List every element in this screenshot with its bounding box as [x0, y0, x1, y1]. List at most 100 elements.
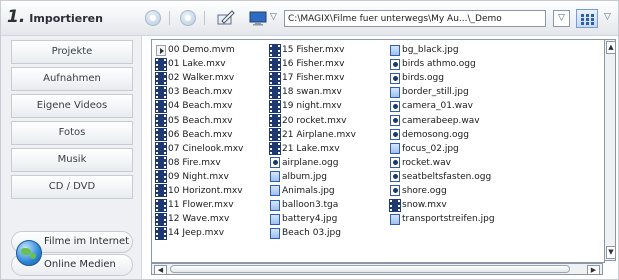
file-item[interactable]: 15 Fisher.mxv: [269, 43, 356, 57]
file-item[interactable]: 21 Airplane.mxv: [269, 128, 356, 142]
file-name: 09 Night.mxv: [168, 171, 229, 182]
vertical-scrollbar[interactable]: ▲ ▼: [604, 39, 616, 261]
file-name: 20 rocket.mxv: [282, 115, 347, 126]
image-file-icon: [270, 171, 280, 183]
scroll-up-icon[interactable]: ▲: [606, 41, 616, 54]
divider: [169, 11, 170, 25]
file-item[interactable]: 17 Fisher.mxv: [269, 71, 356, 85]
file-item[interactable]: 18 swan.mxv: [269, 85, 356, 99]
file-name: 10 Horizont.mxv: [168, 185, 243, 196]
file-item[interactable]: 05 Beach.mxv: [155, 113, 243, 128]
file-name: 03 Beach.mxv: [168, 87, 233, 98]
file-item[interactable]: birds.ogg: [390, 71, 495, 85]
view-mode-button[interactable]: [576, 9, 598, 28]
file-item[interactable]: transportstreifen.jpg: [390, 212, 495, 226]
file-name: camera_01.wav: [402, 101, 473, 112]
file-name: camerabeep.wav: [402, 115, 480, 126]
audio-file-icon: [390, 129, 400, 141]
file-item[interactable]: seatbeltsfasten.ogg: [390, 170, 495, 184]
section-title: 1. Importieren: [7, 7, 103, 27]
forward-icon: [180, 10, 196, 26]
file-item[interactable]: 14 Jeep.mxv: [155, 226, 243, 240]
folder-settings-button[interactable]: [217, 9, 235, 27]
file-column: bg_black.jpg birds athmo.ogg birds.ogg bord…: [389, 43, 495, 226]
file-item[interactable]: album.jpg: [270, 170, 356, 184]
file-item[interactable]: border_still.jpg: [390, 85, 495, 99]
scroll-thumb[interactable]: [170, 265, 570, 273]
sidebar-item-projekte[interactable]: Projekte: [11, 40, 133, 64]
video-file-icon: [269, 43, 281, 57]
file-name: demosong.ogg: [402, 129, 469, 140]
file-name: rocket.wav: [402, 157, 451, 168]
path-dropdown-button[interactable]: ▽: [553, 10, 570, 27]
file-item[interactable]: 12 Wave.mxv: [155, 212, 243, 226]
file-item[interactable]: camerabeep.wav: [390, 113, 495, 127]
file-name: album.jpg: [282, 171, 327, 182]
back-icon: [145, 10, 161, 26]
path-field[interactable]: C:\MAGIX\Filme fuer unterwegs\My Au...\_…: [284, 10, 546, 27]
file-item[interactable]: 08 Fire.mxv: [155, 156, 243, 170]
file-item[interactable]: Beach 03.jpg: [270, 226, 356, 240]
scroll-down-icon[interactable]: ▼: [606, 246, 616, 259]
image-file-icon: [270, 213, 280, 225]
file-item[interactable]: rocket.wav: [390, 156, 495, 170]
file-name: 19 night.mxv: [282, 101, 342, 112]
file-name: 00 Demo.mvm: [168, 45, 235, 56]
file-name: 15 Fisher.mxv: [282, 45, 345, 56]
audio-file-icon: [390, 185, 400, 197]
monitor-dropdown-icon[interactable]: ▽: [270, 12, 277, 22]
back-button[interactable]: [144, 9, 162, 27]
file-item[interactable]: 06 Beach.mxv: [155, 128, 243, 142]
image-file-icon: [390, 143, 400, 155]
video-file-icon: [155, 184, 167, 198]
file-item[interactable]: 19 night.mxv: [269, 99, 356, 113]
file-name: transportstreifen.jpg: [402, 214, 495, 225]
forward-button[interactable]: [179, 9, 197, 27]
file-item[interactable]: 21 Lake.mxv: [269, 142, 356, 156]
file-name: 21 Lake.mxv: [282, 143, 340, 154]
file-item[interactable]: demosong.ogg: [390, 128, 495, 142]
file-item[interactable]: snow.mxv: [389, 198, 495, 212]
video-file-icon: [155, 142, 167, 156]
file-item[interactable]: 03 Beach.mxv: [155, 85, 243, 99]
file-item[interactable]: 11 Flower.mxv: [155, 198, 243, 212]
file-item[interactable]: 04 Beach.mxv: [155, 99, 243, 113]
file-item[interactable]: airplane.ogg: [270, 156, 356, 170]
sidebar-item-aufnahmen[interactable]: Aufnahmen: [11, 67, 133, 91]
file-item[interactable]: battery4.jpg: [270, 212, 356, 226]
sidebar-item-eigene-videos[interactable]: Eigene Videos: [11, 94, 133, 118]
file-item[interactable]: focus_02.jpg: [390, 142, 495, 156]
file-name: birds.ogg: [402, 73, 444, 84]
horizontal-scrollbar[interactable]: ◀ ▶: [151, 263, 603, 275]
monitor-button[interactable]: [249, 9, 267, 27]
file-item[interactable]: camera_01.wav: [390, 99, 495, 113]
file-item[interactable]: Animals.jpg: [270, 184, 356, 198]
sidebar-item-fotos[interactable]: Fotos: [11, 121, 133, 145]
audio-file-icon: [390, 58, 400, 70]
file-item[interactable]: shore.ogg: [390, 184, 495, 198]
file-item[interactable]: 20 rocket.mxv: [269, 113, 356, 128]
image-file-icon: [390, 86, 400, 98]
file-item[interactable]: 16 Fisher.mxv: [269, 57, 356, 71]
video-file-icon: [269, 99, 281, 113]
file-column: 00 Demo.mvm 01 Lake.mxv 02 Walker.mxv 03 Be…: [155, 43, 243, 240]
scroll-right-icon[interactable]: ▶: [587, 265, 600, 275]
file-item[interactable]: 00 Demo.mvm: [156, 43, 243, 57]
sidebar: Projekte Aufnahmen Eigene Videos Fotos M…: [1, 36, 142, 279]
audio-file-icon: [390, 100, 400, 112]
file-item[interactable]: 02 Walker.mxv: [155, 71, 243, 85]
file-item[interactable]: 01 Lake.mxv: [155, 57, 243, 71]
scroll-left-icon[interactable]: ◀: [154, 265, 167, 275]
file-item[interactable]: 09 Night.mxv: [155, 170, 243, 184]
file-item[interactable]: balloon3.tga: [270, 198, 356, 212]
view-dropdown-icon[interactable]: ▽: [604, 12, 611, 22]
file-name: 12 Wave.mxv: [168, 214, 230, 225]
file-item[interactable]: bg_black.jpg: [390, 43, 495, 57]
file-name: 04 Beach.mxv: [168, 101, 233, 112]
sidebar-item-cd-dvd[interactable]: CD / DVD: [11, 175, 133, 199]
sidebar-item-musik[interactable]: Musik: [11, 148, 133, 172]
file-item[interactable]: 07 Cinelook.mxv: [155, 142, 243, 156]
file-item[interactable]: 10 Horizont.mxv: [155, 184, 243, 198]
audio-file-icon: [270, 157, 280, 169]
file-item[interactable]: birds athmo.ogg: [390, 57, 495, 71]
